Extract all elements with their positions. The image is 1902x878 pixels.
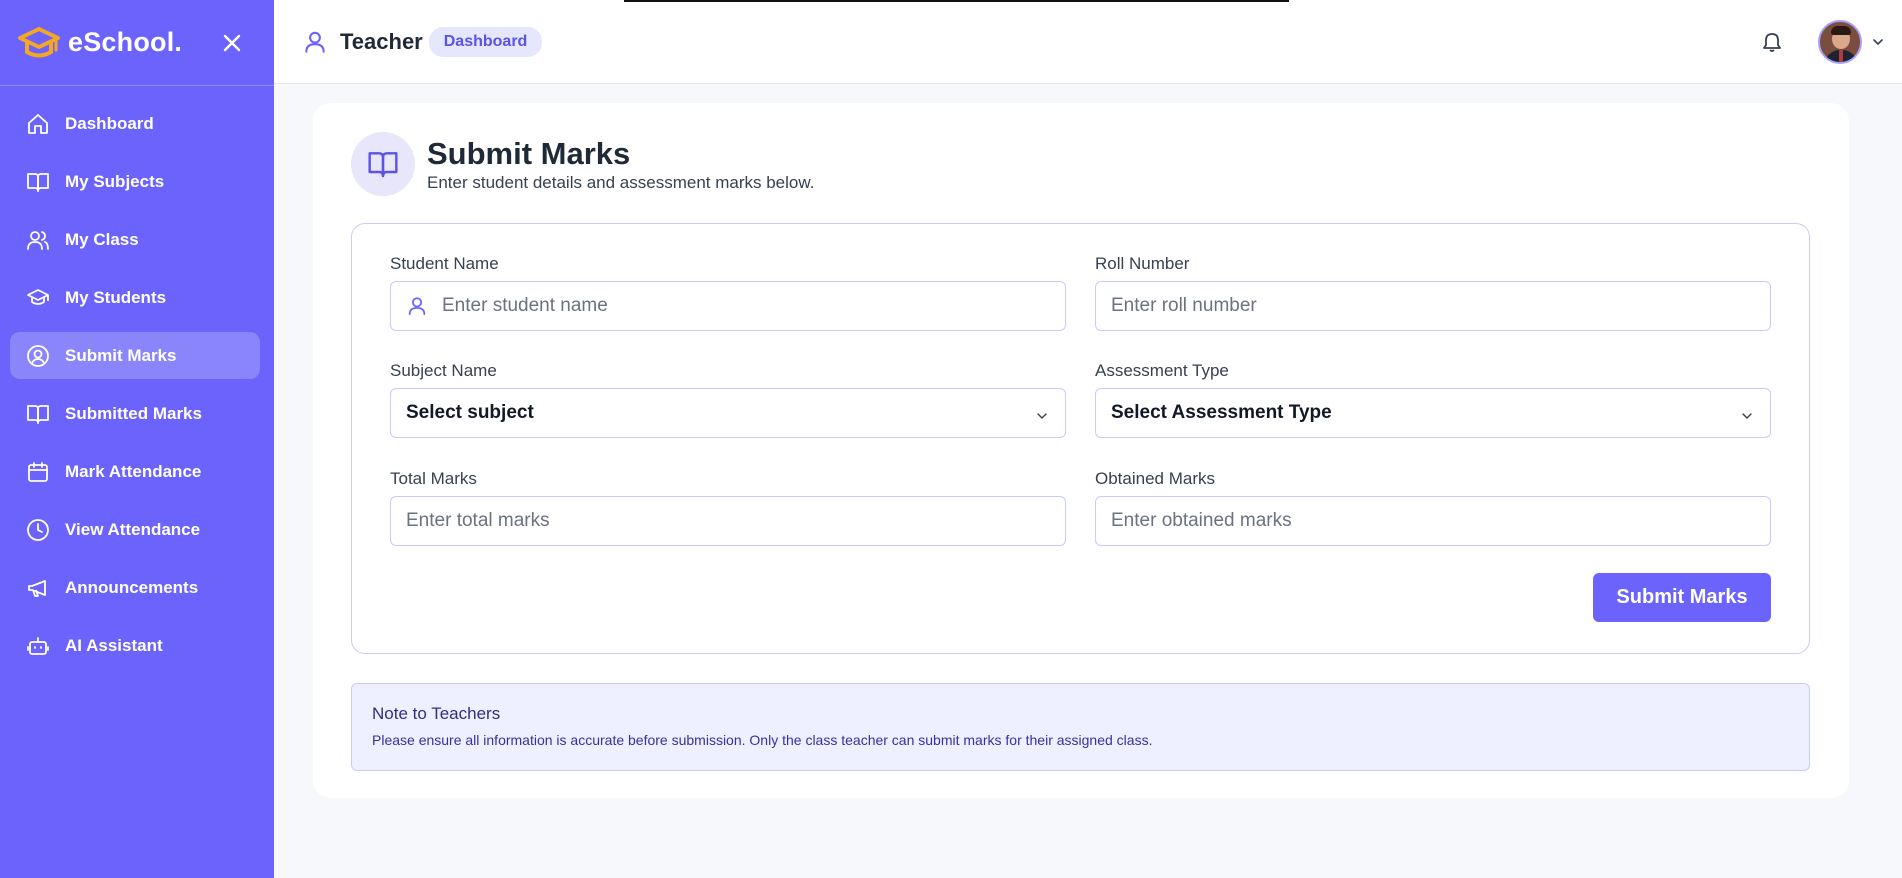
- sidebar-item-label: My Subjects: [65, 171, 165, 191]
- brand-name: eSchool.: [68, 27, 183, 57]
- student-name-label: Student Name: [390, 254, 499, 273]
- book-open-icon: [27, 404, 49, 424]
- users-icon: [27, 230, 49, 250]
- subject-name-field: Subject Name Select subject: [390, 361, 1066, 438]
- obtained-marks-label: Obtained Marks: [1095, 469, 1215, 488]
- sidebar-nav: Dashboard My Subjects My Class My Studen…: [0, 86, 274, 669]
- note-text: Please ensure all information is accurat…: [372, 732, 1153, 748]
- roll-number-placeholder: Enter roll number: [1111, 295, 1257, 316]
- sidebar-item-label: Announcements: [65, 577, 199, 597]
- clock-icon: [27, 518, 49, 541]
- total-marks-field: Total Marks Enter total marks: [390, 469, 1066, 546]
- avatar[interactable]: [1818, 19, 1862, 64]
- user-icon: [305, 31, 325, 53]
- graduation-cap-icon: [27, 288, 49, 305]
- chevron-down-icon: [1742, 413, 1752, 419]
- subject-select-value: Select subject: [406, 402, 534, 423]
- sidebar-item-label: Submit Marks: [65, 345, 177, 365]
- marks-form: Student Name Enter student name Roll Num…: [351, 223, 1810, 654]
- sidebar-item-label: My Class: [65, 229, 139, 249]
- role-badge: Dashboard: [428, 26, 543, 57]
- sidebar: eSchool. Dashboard My Subjects My Class …: [0, 0, 274, 878]
- top-right-controls: [1760, 19, 1886, 64]
- graduation-cap-logo-icon: [18, 26, 60, 57]
- avatar-tie: [1839, 49, 1843, 62]
- robot-icon: [27, 636, 49, 655]
- sidebar-item-view-attendance[interactable]: View Attendance: [10, 506, 260, 553]
- submit-marks-card: Submit Marks Enter student details and a…: [313, 103, 1849, 798]
- sidebar-item-label: AI Assistant: [65, 635, 163, 655]
- book-open-icon: [368, 152, 398, 178]
- total-marks-input[interactable]: Enter total marks: [390, 496, 1066, 546]
- chevron-down-icon[interactable]: [1870, 34, 1886, 50]
- chevron-down-icon: [1037, 413, 1047, 419]
- assessment-type-select[interactable]: Select Assessment Type: [1095, 388, 1771, 438]
- card-header-icon: [351, 132, 415, 196]
- sidebar-item-ai-assistant[interactable]: AI Assistant: [10, 622, 260, 669]
- bell-icon[interactable]: [1760, 30, 1784, 54]
- sidebar-item-dashboard[interactable]: Dashboard: [10, 100, 260, 147]
- sidebar-item-my-class[interactable]: My Class: [10, 216, 260, 263]
- assessment-type-field: Assessment Type Select Assessment Type: [1095, 361, 1771, 438]
- obtained-marks-placeholder: Enter obtained marks: [1111, 510, 1292, 531]
- roll-number-label: Roll Number: [1095, 254, 1190, 273]
- student-name-field: Student Name Enter student name: [390, 254, 1066, 331]
- top-bar: Teacher Dashboard: [274, 0, 1902, 84]
- page-title: Submit Marks: [427, 135, 631, 171]
- book-icon: [27, 172, 49, 192]
- subject-name-label: Subject Name: [390, 361, 497, 380]
- megaphone-icon: [28, 579, 46, 597]
- sidebar-item-mark-attendance[interactable]: Mark Attendance: [10, 448, 260, 495]
- sidebar-item-submitted-marks[interactable]: Submitted Marks: [10, 390, 260, 437]
- sidebar-item-label: Submitted Marks: [65, 403, 202, 423]
- loading-bar: [624, 0, 1289, 2]
- brand-header: eSchool.: [0, 0, 274, 86]
- subject-select[interactable]: Select subject: [390, 388, 1066, 438]
- obtained-marks-input[interactable]: Enter obtained marks: [1095, 496, 1771, 546]
- sidebar-item-my-subjects[interactable]: My Subjects: [10, 158, 260, 205]
- calendar-icon: [28, 461, 48, 482]
- role-title: Teacher: [340, 28, 423, 54]
- student-name-input[interactable]: Enter student name: [390, 281, 1066, 331]
- assessment-type-label: Assessment Type: [1095, 361, 1229, 380]
- user-circle-icon: [27, 344, 49, 367]
- sidebar-item-my-students[interactable]: My Students: [10, 274, 260, 321]
- person-icon: [408, 297, 426, 316]
- page-subtitle: Enter student details and assessment mar…: [427, 172, 815, 192]
- obtained-marks-field: Obtained Marks Enter obtained marks: [1095, 469, 1771, 546]
- total-marks-label: Total Marks: [390, 469, 477, 488]
- note-title: Note to Teachers: [372, 704, 501, 723]
- home-icon: [28, 113, 48, 134]
- roll-number-input[interactable]: Enter roll number: [1095, 281, 1771, 331]
- card-header: Submit Marks Enter student details and a…: [351, 132, 814, 196]
- sidebar-item-submit-marks[interactable]: Submit Marks: [10, 332, 260, 379]
- sidebar-item-label: View Attendance: [65, 519, 201, 539]
- sidebar-item-announcements[interactable]: Announcements: [10, 564, 260, 611]
- teacher-note: Note to Teachers Please ensure all infor…: [351, 683, 1810, 771]
- sidebar-item-label: My Students: [65, 287, 167, 307]
- student-name-placeholder: Enter student name: [442, 295, 608, 316]
- close-icon[interactable]: [220, 31, 244, 55]
- submit-marks-button[interactable]: Submit Marks: [1593, 573, 1771, 622]
- sidebar-item-label: Dashboard: [65, 113, 154, 133]
- avatar-hair: [1831, 25, 1851, 35]
- total-marks-placeholder: Enter total marks: [406, 510, 550, 531]
- sidebar-item-label: Mark Attendance: [65, 461, 202, 481]
- roll-number-field: Roll Number Enter roll number: [1095, 254, 1771, 331]
- assessment-type-select-value: Select Assessment Type: [1111, 402, 1332, 423]
